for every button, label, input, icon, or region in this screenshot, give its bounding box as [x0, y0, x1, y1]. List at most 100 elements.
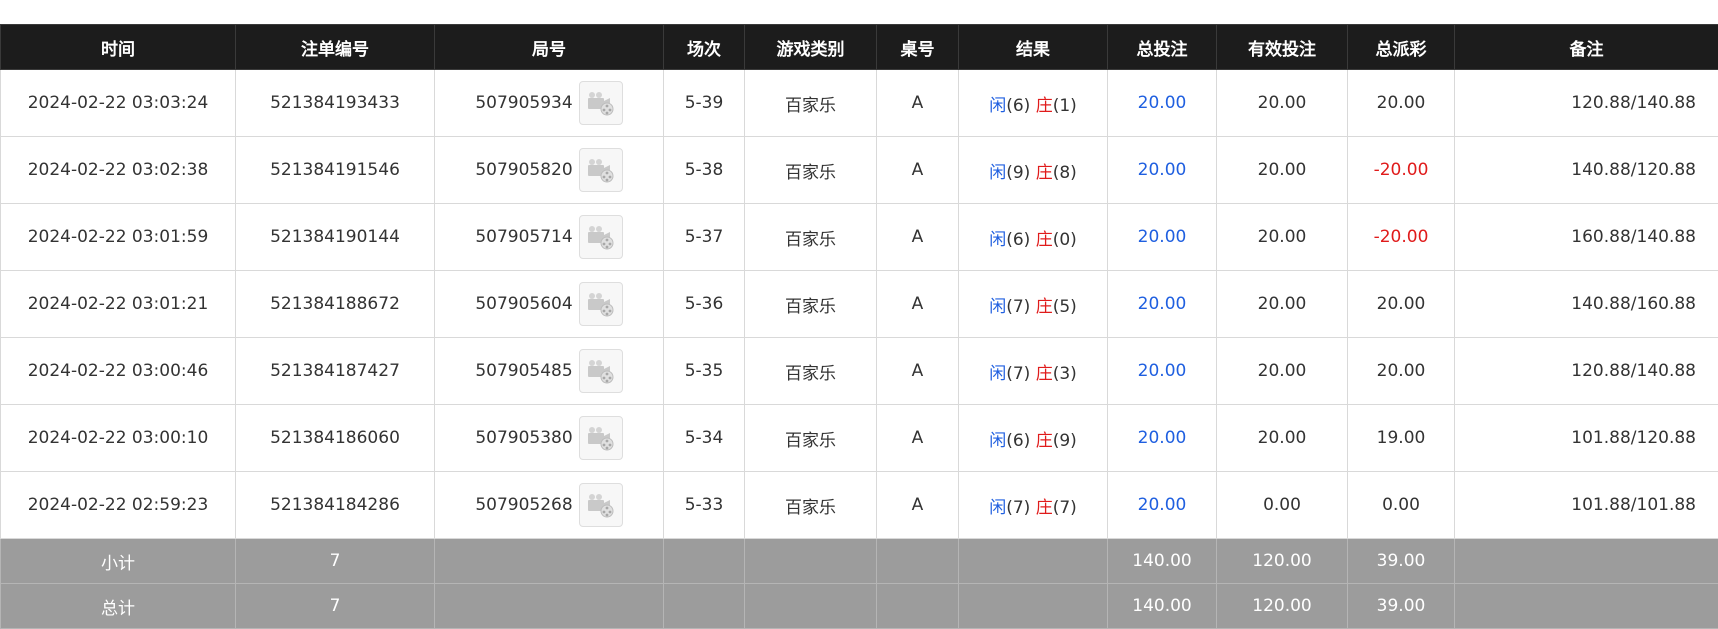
cell-total-bet: 20.00 [1108, 405, 1217, 472]
cell-game: 百家乐 [745, 70, 877, 137]
cell-game: 百家乐 [745, 338, 877, 405]
cell-result: 闲(6) 庄(1) [959, 70, 1108, 137]
bet-records-table: 时间 注单编号 局号 场次 游戏类别 桌号 结果 总投注 有效投注 总派彩 备注… [0, 24, 1718, 629]
replay-video-button[interactable] [579, 483, 623, 527]
cell-table: A [877, 137, 959, 204]
replay-video-button[interactable] [579, 282, 623, 326]
film-reel-icon [586, 291, 616, 317]
result-banker-label: 庄 [1036, 498, 1053, 518]
result-player-label: 闲 [989, 163, 1006, 183]
cell-session: 5-38 [664, 137, 745, 204]
cell-payout: -20.00 [1348, 137, 1455, 204]
film-reel-icon [586, 358, 616, 384]
table-row: 2024-02-22 03:00:10 521384186060 5079053… [1, 405, 1718, 472]
result-player-score: (6) [1006, 96, 1030, 116]
cell-time: 2024-02-22 03:02:38 [1, 137, 236, 204]
table-row: 2024-02-22 03:02:38 521384191546 5079058… [1, 137, 1718, 204]
film-reel-icon [586, 90, 616, 116]
result-banker-score: (7) [1053, 498, 1077, 518]
cell-note: 120.88/140.88 [1455, 70, 1718, 137]
cell-payout: 20.00 [1348, 271, 1455, 338]
result-player-score: (7) [1006, 297, 1030, 317]
cell-bet-id: 521384191546 [236, 137, 435, 204]
cell-round: 507905820 [475, 160, 572, 180]
cell-result: 闲(6) 庄(9) [959, 405, 1108, 472]
result-player-score: (7) [1006, 498, 1030, 518]
cell-round: 507905604 [475, 294, 572, 314]
result-player-label: 闲 [989, 230, 1006, 250]
cell-time: 2024-02-22 03:01:59 [1, 204, 236, 271]
cell-note: 140.88/120.88 [1455, 137, 1718, 204]
result-player-label: 闲 [989, 364, 1006, 384]
result-banker-label: 庄 [1036, 163, 1053, 183]
cell-bet-id: 521384186060 [236, 405, 435, 472]
replay-video-button[interactable] [579, 349, 623, 393]
cell-table: A [877, 338, 959, 405]
cell-result: 闲(7) 庄(5) [959, 271, 1108, 338]
col-header-table: 桌号 [877, 25, 959, 70]
total-row: 总计 7 140.00 120.00 39.00 [1, 584, 1718, 629]
replay-video-button[interactable] [579, 416, 623, 460]
cell-time: 2024-02-22 03:03:24 [1, 70, 236, 137]
table-row: 2024-02-22 02:59:23 521384184286 5079052… [1, 472, 1718, 539]
cell-total-bet: 20.00 [1108, 271, 1217, 338]
cell-total-bet: 20.00 [1108, 70, 1217, 137]
col-header-valid-bet: 有效投注 [1217, 25, 1348, 70]
cell-session: 5-35 [664, 338, 745, 405]
cell-bet-id: 521384190144 [236, 204, 435, 271]
col-header-result: 结果 [959, 25, 1108, 70]
cell-table: A [877, 204, 959, 271]
replay-video-button[interactable] [579, 81, 623, 125]
cell-game: 百家乐 [745, 204, 877, 271]
result-player-label: 闲 [989, 96, 1006, 116]
cell-payout: 19.00 [1348, 405, 1455, 472]
cell-result: 闲(9) 庄(8) [959, 137, 1108, 204]
cell-valid-bet: 20.00 [1217, 70, 1348, 137]
table-row: 2024-02-22 03:01:59 521384190144 5079057… [1, 204, 1718, 271]
cell-valid-bet: 20.00 [1217, 338, 1348, 405]
replay-video-button[interactable] [579, 148, 623, 192]
cell-result: 闲(7) 庄(3) [959, 338, 1108, 405]
film-reel-icon [586, 224, 616, 250]
result-banker-label: 庄 [1036, 431, 1053, 451]
film-reel-icon [586, 425, 616, 451]
col-header-time: 时间 [1, 25, 236, 70]
col-header-session: 场次 [664, 25, 745, 70]
result-banker-score: (5) [1053, 297, 1077, 317]
cell-session: 5-39 [664, 70, 745, 137]
cell-note: 101.88/101.88 [1455, 472, 1718, 539]
cell-time: 2024-02-22 03:00:10 [1, 405, 236, 472]
cell-bet-id: 521384193433 [236, 70, 435, 137]
result-banker-label: 庄 [1036, 364, 1053, 384]
table-row: 2024-02-22 03:00:46 521384187427 5079054… [1, 338, 1718, 405]
result-banker-label: 庄 [1036, 96, 1053, 116]
result-player-score: (7) [1006, 364, 1030, 384]
col-header-total-bet: 总投注 [1108, 25, 1217, 70]
result-banker-score: (1) [1053, 96, 1077, 116]
cell-valid-bet: 20.00 [1217, 137, 1348, 204]
cell-total-bet: 20.00 [1108, 338, 1217, 405]
cell-bet-id: 521384188672 [236, 271, 435, 338]
result-banker-score: (8) [1053, 163, 1077, 183]
cell-total-bet: 20.00 [1108, 137, 1217, 204]
total-total-bet: 140.00 [1108, 584, 1217, 629]
col-header-game: 游戏类别 [745, 25, 877, 70]
cell-bet-id: 521384187427 [236, 338, 435, 405]
subtotal-total-bet: 140.00 [1108, 539, 1217, 584]
cell-total-bet: 20.00 [1108, 204, 1217, 271]
cell-result: 闲(6) 庄(0) [959, 204, 1108, 271]
cell-table: A [877, 472, 959, 539]
cell-game: 百家乐 [745, 137, 877, 204]
cell-valid-bet: 20.00 [1217, 271, 1348, 338]
replay-video-button[interactable] [579, 215, 623, 259]
cell-round: 507905485 [475, 361, 572, 381]
subtotal-payout: 39.00 [1348, 539, 1455, 584]
table-row: 2024-02-22 03:01:21 521384188672 5079056… [1, 271, 1718, 338]
cell-result: 闲(7) 庄(7) [959, 472, 1108, 539]
cell-valid-bet: 20.00 [1217, 405, 1348, 472]
cell-round: 507905934 [475, 93, 572, 113]
cell-table: A [877, 271, 959, 338]
cell-session: 5-34 [664, 405, 745, 472]
col-header-note: 备注 [1455, 25, 1718, 70]
cell-round: 507905380 [475, 428, 572, 448]
